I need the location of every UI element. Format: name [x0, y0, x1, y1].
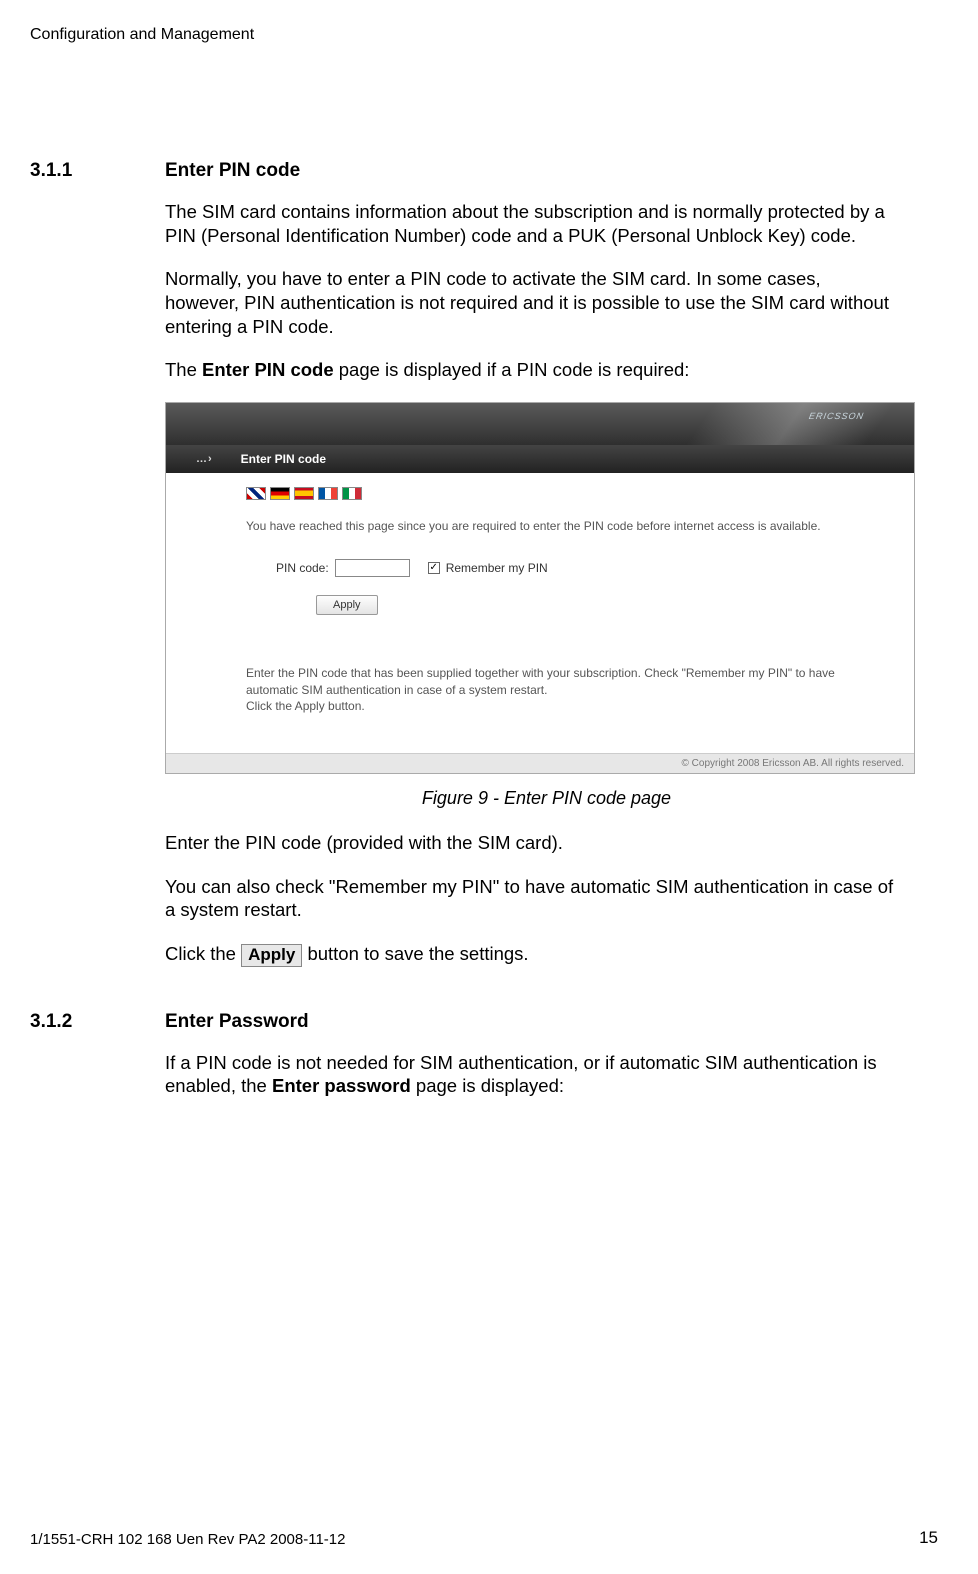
page-content: 3.1.1 Enter PIN code The SIM card contai…	[30, 160, 928, 1118]
flag-fr-icon[interactable]	[318, 487, 338, 500]
flag-it-icon[interactable]	[342, 487, 362, 500]
header-stripe	[666, 403, 902, 445]
text: button to save the settings.	[302, 943, 528, 964]
apply-button[interactable]: Apply	[316, 595, 378, 615]
paragraph: The Enter PIN code page is displayed if …	[165, 358, 898, 382]
language-flags	[246, 487, 874, 500]
breadcrumb-arrow-icon: …›	[196, 453, 213, 465]
section-3-1-2-body: If a PIN code is not needed for SIM auth…	[165, 1051, 898, 1098]
paragraph: The SIM card contains information about …	[165, 200, 898, 247]
breadcrumb-title: Enter PIN code	[241, 452, 326, 466]
section-3-1-2-heading: 3.1.2 Enter Password	[30, 1011, 928, 1033]
screenshot-header-bar: ERICSSON	[166, 403, 914, 445]
section-title: Enter Password	[165, 1011, 309, 1033]
paragraph: You can also check "Remember my PIN" to …	[165, 875, 898, 922]
section-3-1-1-after-figure: Enter the PIN code (provided with the SI…	[165, 831, 898, 967]
section-3-1-1-heading: 3.1.1 Enter PIN code	[30, 160, 928, 182]
footer-doc-id: 1/1551-CRH 102 168 Uen Rev PA2 2008-11-1…	[30, 1531, 345, 1548]
pin-label: PIN code:	[276, 561, 329, 575]
footer-page-number: 15	[919, 1528, 938, 1548]
screenshot-enter-pin: ERICSSON …› Enter PIN code You have reac…	[165, 402, 915, 774]
section-3-1-1-body: The SIM card contains information about …	[165, 200, 898, 382]
intro-text: You have reached this page since you are…	[246, 518, 874, 535]
bold-text: Enter PIN code	[202, 359, 334, 380]
remember-pin-label: Remember my PIN	[446, 561, 548, 575]
running-header: Configuration and Management	[30, 26, 254, 44]
breadcrumb-bar: …› Enter PIN code	[166, 445, 914, 473]
paragraph: Enter the PIN code (provided with the SI…	[165, 831, 898, 855]
text: page is displayed if a PIN code is requi…	[334, 359, 690, 380]
help-line-1: Enter the PIN code that has been supplie…	[246, 665, 874, 699]
screenshot-body: You have reached this page since you are…	[166, 473, 914, 753]
pin-input[interactable]	[335, 559, 410, 577]
screenshot-copyright: © Copyright 2008 Ericsson AB. All rights…	[166, 753, 914, 773]
text: page is displayed:	[411, 1075, 564, 1096]
paragraph: If a PIN code is not needed for SIM auth…	[165, 1051, 898, 1098]
flag-de-icon[interactable]	[270, 487, 290, 500]
ericsson-logo: ERICSSON	[808, 411, 865, 421]
spacer	[30, 987, 928, 1011]
button-row: Apply	[316, 595, 874, 615]
paragraph: Normally, you have to enter a PIN code t…	[165, 267, 898, 338]
pin-row: PIN code: ✓ Remember my PIN	[276, 559, 874, 577]
section-number: 3.1.2	[30, 1011, 165, 1033]
apply-button-inline: Apply	[241, 944, 302, 967]
remember-pin-checkbox[interactable]: ✓	[428, 562, 440, 574]
flag-es-icon[interactable]	[294, 487, 314, 500]
section-number: 3.1.1	[30, 160, 165, 182]
help-line-2: Click the Apply button.	[246, 698, 874, 715]
figure-9: ERICSSON …› Enter PIN code You have reac…	[165, 402, 928, 809]
text: The	[165, 359, 202, 380]
paragraph: Click the Apply button to save the setti…	[165, 942, 898, 967]
flag-uk-icon[interactable]	[246, 487, 266, 500]
help-text: Enter the PIN code that has been supplie…	[246, 665, 874, 715]
figure-caption: Figure 9 - Enter PIN code page	[165, 788, 928, 809]
text: Click the	[165, 943, 241, 964]
section-title: Enter PIN code	[165, 160, 300, 182]
pin-form: PIN code: ✓ Remember my PIN Apply	[276, 559, 874, 615]
bold-text: Enter password	[272, 1075, 411, 1096]
